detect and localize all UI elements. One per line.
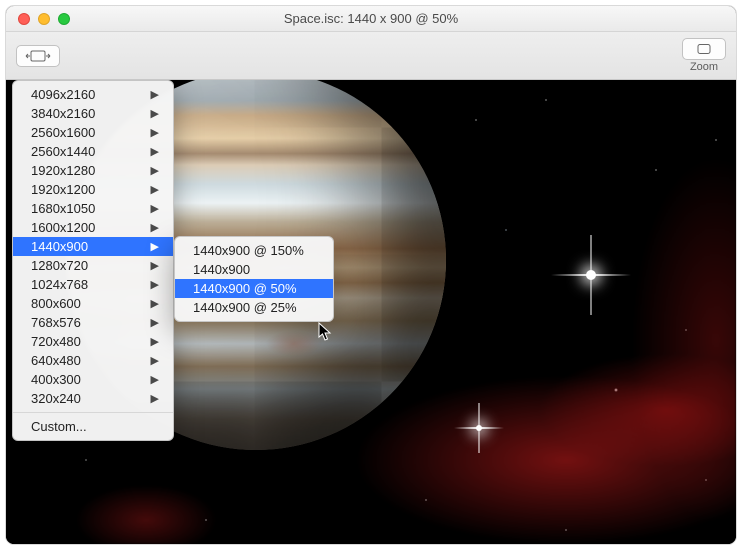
submenu-item-label: 1440x900 — [193, 262, 250, 277]
menu-item-selected[interactable]: 1440x900 ▶ — [13, 237, 173, 256]
chevron-right-icon: ▶ — [151, 335, 159, 348]
menu-item[interactable]: 1680x1050 ▶ — [13, 199, 173, 218]
toolbar: Zoom — [6, 32, 736, 80]
menu-item[interactable]: 2560x1600 ▶ — [13, 123, 173, 142]
titlebar: Space.isc: 1440 x 900 @ 50% — [6, 6, 736, 32]
canvas-viewport[interactable]: 4096x2160 ▶ 3840x2160 ▶ 2560x1600 ▶ 2560x14… — [6, 80, 736, 544]
chevron-right-icon: ▶ — [151, 202, 159, 215]
traffic-lights — [18, 13, 70, 25]
bright-star-icon — [586, 270, 596, 280]
submenu-item-label: 1440x900 @ 50% — [193, 281, 297, 296]
chevron-right-icon: ▶ — [151, 221, 159, 234]
zoom-rect-icon — [694, 43, 714, 55]
chevron-right-icon: ▶ — [151, 240, 159, 253]
submenu-item-label: 1440x900 @ 150% — [193, 243, 304, 258]
toolbar-right-slot: Zoom — [682, 38, 726, 73]
menu-item-label: 1680x1050 — [31, 201, 95, 216]
submenu-item-selected[interactable]: 1440x900 @ 50% — [175, 279, 333, 298]
chevron-right-icon: ▶ — [151, 392, 159, 405]
chevron-right-icon: ▶ — [151, 354, 159, 367]
menu-item-label: 640x480 — [31, 353, 81, 368]
menu-item[interactable]: 800x600 ▶ — [13, 294, 173, 313]
submenu-item[interactable]: 1440x900 @ 150% — [175, 241, 333, 260]
menu-item[interactable]: 1600x1200 ▶ — [13, 218, 173, 237]
menu-item-label: 1600x1200 — [31, 220, 95, 235]
resolution-dropdown-button[interactable] — [16, 45, 60, 67]
menu-item[interactable]: 400x300 ▶ — [13, 370, 173, 389]
menu-item-label: 768x576 — [31, 315, 81, 330]
resolution-menu[interactable]: 4096x2160 ▶ 3840x2160 ▶ 2560x1600 ▶ 2560x14… — [12, 80, 174, 441]
menu-item-label: Custom... — [31, 419, 87, 434]
chevron-right-icon: ▶ — [151, 126, 159, 139]
toolbar-left-slot — [16, 45, 60, 67]
menu-item-label: 1920x1200 — [31, 182, 95, 197]
resolution-submenu[interactable]: 1440x900 @ 150% 1440x900 1440x900 @ 50% … — [174, 236, 334, 322]
menu-item[interactable]: 2560x1440 ▶ — [13, 142, 173, 161]
minimize-icon[interactable] — [38, 13, 50, 25]
submenu-item[interactable]: 1440x900 @ 25% — [175, 298, 333, 317]
menu-item[interactable]: 1920x1280 ▶ — [13, 161, 173, 180]
chevron-right-icon: ▶ — [151, 164, 159, 177]
chevron-right-icon: ▶ — [151, 316, 159, 329]
menu-item-label: 1440x900 — [31, 239, 88, 254]
close-icon[interactable] — [18, 13, 30, 25]
submenu-item-label: 1440x900 @ 25% — [193, 300, 297, 315]
menu-item[interactable]: 1920x1200 ▶ — [13, 180, 173, 199]
chevron-right-icon: ▶ — [151, 278, 159, 291]
submenu-item[interactable]: 1440x900 — [175, 260, 333, 279]
expand-icon — [25, 49, 51, 63]
app-window: Space.isc: 1440 x 900 @ 50% Zoom — [6, 6, 736, 544]
zoom-label: Zoom — [690, 61, 718, 73]
menu-item-label: 3840x2160 — [31, 106, 95, 121]
chevron-right-icon: ▶ — [151, 183, 159, 196]
menu-item-label: 2560x1440 — [31, 144, 95, 159]
menu-item-label: 1024x768 — [31, 277, 88, 292]
chevron-right-icon: ▶ — [151, 373, 159, 386]
window-title: Space.isc: 1440 x 900 @ 50% — [284, 11, 458, 26]
menu-item[interactable]: 3840x2160 ▶ — [13, 104, 173, 123]
chevron-right-icon: ▶ — [151, 297, 159, 310]
menu-separator — [13, 412, 173, 413]
fullscreen-icon[interactable] — [58, 13, 70, 25]
menu-item-label: 800x600 — [31, 296, 81, 311]
menu-item[interactable]: 768x576 ▶ — [13, 313, 173, 332]
menu-item[interactable]: 4096x2160 ▶ — [13, 85, 173, 104]
menu-item[interactable]: 1280x720 ▶ — [13, 256, 173, 275]
menu-item-label: 4096x2160 — [31, 87, 95, 102]
menu-item-label: 320x240 — [31, 391, 81, 406]
menu-item-custom[interactable]: Custom... — [13, 417, 173, 436]
menu-item[interactable]: 720x480 ▶ — [13, 332, 173, 351]
menu-item[interactable]: 1024x768 ▶ — [13, 275, 173, 294]
chevron-right-icon: ▶ — [151, 88, 159, 101]
menu-item[interactable]: 640x480 ▶ — [13, 351, 173, 370]
chevron-right-icon: ▶ — [151, 145, 159, 158]
chevron-right-icon: ▶ — [151, 259, 159, 272]
menu-item-label: 720x480 — [31, 334, 81, 349]
menu-item[interactable]: 320x240 ▶ — [13, 389, 173, 408]
zoom-button[interactable] — [682, 38, 726, 60]
menu-item-label: 400x300 — [31, 372, 81, 387]
menu-item-label: 1280x720 — [31, 258, 88, 273]
menu-item-label: 2560x1600 — [31, 125, 95, 140]
chevron-right-icon: ▶ — [151, 107, 159, 120]
menu-item-label: 1920x1280 — [31, 163, 95, 178]
bright-star-icon — [476, 425, 482, 431]
